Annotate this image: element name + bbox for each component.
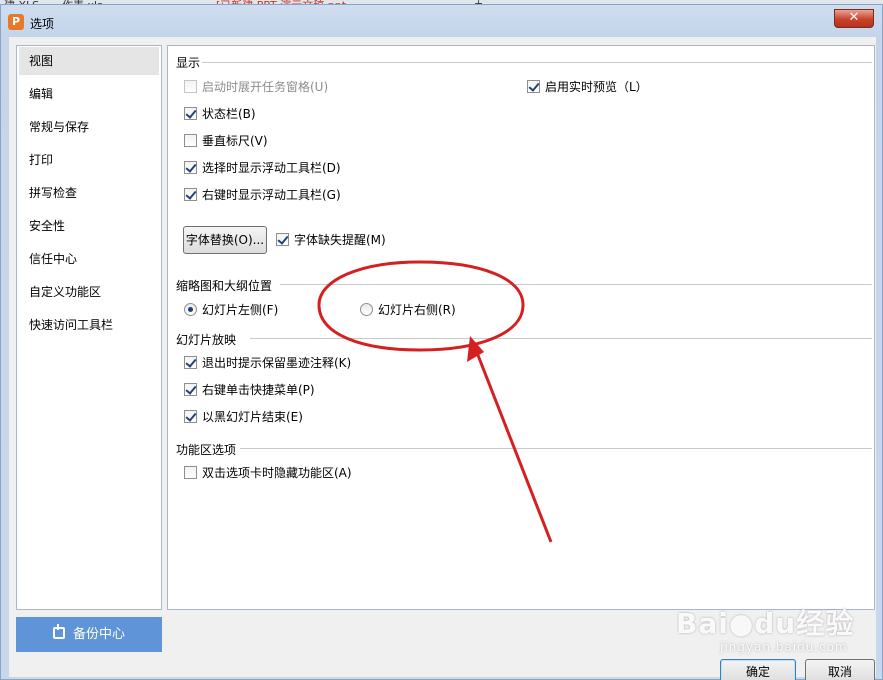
backup-icon xyxy=(52,624,65,639)
option-label: 以黑幻灯片结束(E) xyxy=(202,410,303,424)
section-heading-ribbon: 功能区选项 xyxy=(176,443,237,457)
nav-item-spell-check[interactable]: 拼写检查 xyxy=(19,179,159,207)
cancel-button[interactable]: 取消 xyxy=(805,659,875,680)
section-divider xyxy=(250,338,872,339)
ok-button[interactable]: 确定 xyxy=(720,659,796,680)
option-label: 状态栏(B) xyxy=(202,107,256,121)
dialog-title: 选项 xyxy=(30,17,55,31)
nav-item-print[interactable]: 打印 xyxy=(19,146,159,174)
section-heading-slideshow: 幻灯片放映 xyxy=(176,333,237,347)
section-heading-display: 显示 xyxy=(176,56,201,70)
section-divider xyxy=(202,62,872,63)
option-label: 启动时展开任务窗格(U) xyxy=(202,80,329,94)
font-replace-button[interactable]: 字体替换(O)... xyxy=(183,226,267,254)
wps-presentation-app-icon: P xyxy=(8,14,24,30)
option-label: 退出时提示保留墨迹注释(K) xyxy=(202,356,352,370)
nav-item-trust-center[interactable]: 信任中心 xyxy=(19,245,159,273)
thumbnail-left-radio[interactable] xyxy=(184,303,197,316)
option-label: 幻灯片右侧(R) xyxy=(378,303,456,317)
float-toolbar-rightclick-checkbox[interactable] xyxy=(184,188,197,201)
section-divider xyxy=(280,284,872,285)
options-dialog: P 选项 ✕ 视图 编辑 常规与保存 打印 拼写检查 安全性 信任中心 自定义功… xyxy=(0,4,883,680)
section-heading-thumbnail: 缩略图和大纲位置 xyxy=(176,279,273,293)
option-label: 双击选项卡时隐藏功能区(A) xyxy=(202,466,352,480)
option-label: 垂直标尺(V) xyxy=(202,134,268,148)
nav-item-quick-access-toolbar[interactable]: 快速访问工具栏 xyxy=(19,311,159,339)
end-black-checkbox[interactable] xyxy=(184,410,197,423)
title-bar: P 选项 ✕ xyxy=(1,5,882,37)
view-options-panel: 显示 启动时展开任务窗格(U) 启用实时预览（L） 状态栏(B) 垂直标尺(V)… xyxy=(167,45,875,610)
close-button[interactable]: ✕ xyxy=(834,9,874,28)
options-nav: 视图 编辑 常规与保存 打印 拼写检查 安全性 信任中心 自定义功能区 快速访问… xyxy=(16,45,162,610)
nav-item-customize-ribbon[interactable]: 自定义功能区 xyxy=(19,278,159,306)
status-bar-checkbox[interactable] xyxy=(184,107,197,120)
option-label: 幻灯片左侧(F) xyxy=(202,303,279,317)
ink-prompt-checkbox[interactable] xyxy=(184,356,197,369)
backup-center-label: 备份中心 xyxy=(72,627,125,642)
nav-item-view[interactable]: 视图 xyxy=(19,47,159,75)
startup-task-pane-checkbox[interactable] xyxy=(184,80,197,93)
dialog-body: 视图 编辑 常规与保存 打印 拼写检查 安全性 信任中心 自定义功能区 快速访问… xyxy=(9,37,876,680)
font-missing-alert-checkbox[interactable] xyxy=(276,233,289,246)
nav-item-edit[interactable]: 编辑 xyxy=(19,80,159,108)
rightclick-menu-checkbox[interactable] xyxy=(184,383,197,396)
float-toolbar-select-checkbox[interactable] xyxy=(184,161,197,174)
backup-center-button[interactable]: 备份中心 xyxy=(16,617,162,652)
nav-item-security[interactable]: 安全性 xyxy=(19,212,159,240)
live-preview-checkbox[interactable] xyxy=(527,80,540,93)
thumbnail-right-radio[interactable] xyxy=(360,303,373,316)
option-label: 右键单击快捷菜单(P) xyxy=(202,383,315,397)
option-label: 字体缺失提醒(M) xyxy=(294,233,386,247)
option-label: 选择时显示浮动工具栏(D) xyxy=(202,161,341,175)
option-label: 启用实时预览（L） xyxy=(545,80,648,94)
nav-item-general-save[interactable]: 常规与保存 xyxy=(19,113,159,141)
option-label: 右键时显示浮动工具栏(G) xyxy=(202,188,341,202)
section-divider xyxy=(240,448,872,449)
hide-ribbon-checkbox[interactable] xyxy=(184,466,197,479)
vertical-ruler-checkbox[interactable] xyxy=(184,134,197,147)
